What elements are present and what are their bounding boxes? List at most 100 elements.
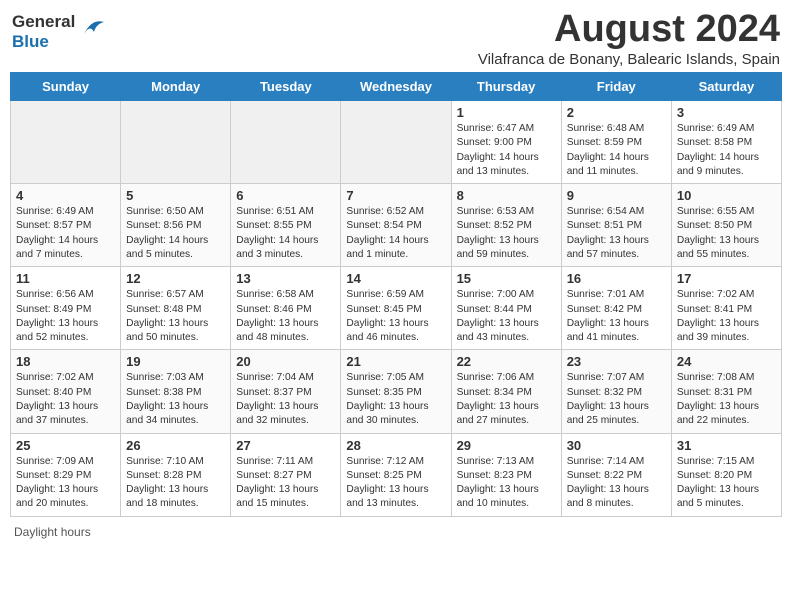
day-number: 11 bbox=[16, 271, 115, 286]
calendar-cell: 29 Sunrise: 7:13 AMSunset: 8:23 PMDayligh… bbox=[451, 433, 561, 516]
day-header-sunday: Sunday bbox=[11, 73, 121, 101]
day-header-friday: Friday bbox=[561, 73, 671, 101]
day-header-saturday: Saturday bbox=[671, 73, 781, 101]
footer-daylight-label: Daylight hours bbox=[14, 525, 91, 539]
calendar-cell: 26 Sunrise: 7:10 AMSunset: 8:28 PMDayligh… bbox=[121, 433, 231, 516]
day-info: Sunrise: 6:59 AMSunset: 8:45 PMDaylight:… bbox=[346, 288, 445, 345]
calendar-cell: 30 Sunrise: 7:14 AMSunset: 8:22 PMDayligh… bbox=[561, 433, 671, 516]
calendar-cell: 8Sunrise: 6:53 AMSunset: 8:52 PMDaylight… bbox=[451, 184, 561, 267]
calendar-week-1: 1 Sunrise: 6:47 AMSunset: 9:00 PMDaylight… bbox=[11, 101, 782, 184]
calendar-cell: 15Sunrise: 7:00 AMSunset: 8:44 PMDayligh… bbox=[451, 267, 561, 350]
day-header-wednesday: Wednesday bbox=[341, 73, 451, 101]
calendar-cell: 22 Sunrise: 7:06 AMSunset: 8:34 PMDayligh… bbox=[451, 350, 561, 433]
day-number: 3 bbox=[677, 105, 776, 120]
day-number: 27 bbox=[236, 438, 335, 453]
day-header-thursday: Thursday bbox=[451, 73, 561, 101]
day-number: 17 bbox=[677, 271, 776, 286]
day-info: Sunrise: 6:49 AMSunset: 8:58 PMDaylight:… bbox=[677, 122, 776, 179]
day-info: Sunrise: 7:06 AMSunset: 8:34 PMDaylight:… bbox=[457, 371, 556, 428]
day-info: Sunrise: 7:02 AMSunset: 8:41 PMDaylight:… bbox=[677, 288, 776, 345]
title-block: August 2024 Vilafranca de Bonany, Balear… bbox=[478, 8, 780, 68]
day-number: 22 bbox=[457, 354, 556, 369]
day-number: 28 bbox=[346, 438, 445, 453]
calendar-cell bbox=[231, 101, 341, 184]
calendar-cell: 31 Sunrise: 7:15 AMSunset: 8:20 PMDayligh… bbox=[671, 433, 781, 516]
calendar-cell: 6 Sunrise: 6:51 AMSunset: 8:55 PMDaylight… bbox=[231, 184, 341, 267]
day-info: Sunrise: 6:54 AMSunset: 8:51 PMDaylight:… bbox=[567, 205, 666, 262]
day-info: Sunrise: 6:55 AMSunset: 8:50 PMDaylight:… bbox=[677, 205, 776, 262]
day-number: 15 bbox=[457, 271, 556, 286]
day-info: Sunrise: 6:47 AMSunset: 9:00 PMDaylight:… bbox=[457, 122, 556, 179]
calendar-week-5: 25 Sunrise: 7:09 AMSunset: 8:29 PMDayligh… bbox=[11, 433, 782, 516]
day-info: Sunrise: 6:56 AMSunset: 8:49 PMDaylight:… bbox=[16, 288, 115, 345]
day-info: Sunrise: 7:09 AMSunset: 8:29 PMDaylight:… bbox=[16, 455, 115, 512]
day-number: 18 bbox=[16, 354, 115, 369]
day-info: Sunrise: 6:49 AMSunset: 8:57 PMDaylight:… bbox=[16, 205, 115, 262]
day-info: Sunrise: 7:07 AMSunset: 8:32 PMDaylight:… bbox=[567, 371, 666, 428]
day-info: Sunrise: 7:11 AMSunset: 8:27 PMDaylight:… bbox=[236, 455, 335, 512]
day-info: Sunrise: 6:57 AMSunset: 8:48 PMDaylight:… bbox=[126, 288, 225, 345]
day-info: Sunrise: 7:13 AMSunset: 8:23 PMDaylight:… bbox=[457, 455, 556, 512]
calendar-cell bbox=[121, 101, 231, 184]
day-info: Sunrise: 6:50 AMSunset: 8:56 PMDaylight:… bbox=[126, 205, 225, 262]
calendar-cell: 9 Sunrise: 6:54 AMSunset: 8:51 PMDaylight… bbox=[561, 184, 671, 267]
day-number: 30 bbox=[567, 438, 666, 453]
day-info: Sunrise: 6:51 AMSunset: 8:55 PMDaylight:… bbox=[236, 205, 335, 262]
subtitle: Vilafranca de Bonany, Balearic Islands, … bbox=[478, 51, 780, 68]
day-number: 20 bbox=[236, 354, 335, 369]
day-info: Sunrise: 7:15 AMSunset: 8:20 PMDaylight:… bbox=[677, 455, 776, 512]
calendar-week-2: 4 Sunrise: 6:49 AMSunset: 8:57 PMDaylight… bbox=[11, 184, 782, 267]
day-number: 9 bbox=[567, 188, 666, 203]
calendar-cell: 23 Sunrise: 7:07 AMSunset: 8:32 PMDayligh… bbox=[561, 350, 671, 433]
calendar-cell: 7Sunrise: 6:52 AMSunset: 8:54 PMDaylight… bbox=[341, 184, 451, 267]
day-number: 8 bbox=[457, 188, 556, 203]
calendar-cell: 21 Sunrise: 7:05 AMSunset: 8:35 PMDayligh… bbox=[341, 350, 451, 433]
day-number: 31 bbox=[677, 438, 776, 453]
day-info: Sunrise: 7:10 AMSunset: 8:28 PMDaylight:… bbox=[126, 455, 225, 512]
day-info: Sunrise: 7:02 AMSunset: 8:40 PMDaylight:… bbox=[16, 371, 115, 428]
calendar-cell: 3 Sunrise: 6:49 AMSunset: 8:58 PMDaylight… bbox=[671, 101, 781, 184]
day-number: 6 bbox=[236, 188, 335, 203]
calendar-cell bbox=[341, 101, 451, 184]
calendar-cell: 18 Sunrise: 7:02 AMSunset: 8:40 PMDayligh… bbox=[11, 350, 121, 433]
calendar-cell: 10 Sunrise: 6:55 AMSunset: 8:50 PMDayligh… bbox=[671, 184, 781, 267]
calendar-cell: 16 Sunrise: 7:01 AMSunset: 8:42 PMDayligh… bbox=[561, 267, 671, 350]
main-title: August 2024 bbox=[478, 8, 780, 51]
day-header-tuesday: Tuesday bbox=[231, 73, 341, 101]
calendar-cell: 4 Sunrise: 6:49 AMSunset: 8:57 PMDaylight… bbox=[11, 184, 121, 267]
calendar-cell: 27 Sunrise: 7:11 AMSunset: 8:27 PMDayligh… bbox=[231, 433, 341, 516]
day-number: 10 bbox=[677, 188, 776, 203]
day-header-monday: Monday bbox=[121, 73, 231, 101]
calendar-cell: 1 Sunrise: 6:47 AMSunset: 9:00 PMDaylight… bbox=[451, 101, 561, 184]
day-number: 26 bbox=[126, 438, 225, 453]
calendar-cell: 25 Sunrise: 7:09 AMSunset: 8:29 PMDayligh… bbox=[11, 433, 121, 516]
day-number: 24 bbox=[677, 354, 776, 369]
calendar-cell: 14 Sunrise: 6:59 AMSunset: 8:45 PMDayligh… bbox=[341, 267, 451, 350]
day-number: 7 bbox=[346, 188, 445, 203]
day-info: Sunrise: 6:48 AMSunset: 8:59 PMDaylight:… bbox=[567, 122, 666, 179]
day-info: Sunrise: 7:08 AMSunset: 8:31 PMDaylight:… bbox=[677, 371, 776, 428]
day-info: Sunrise: 7:12 AMSunset: 8:25 PMDaylight:… bbox=[346, 455, 445, 512]
day-number: 2 bbox=[567, 105, 666, 120]
logo-blue: Blue bbox=[12, 32, 49, 52]
calendar-cell: 28 Sunrise: 7:12 AMSunset: 8:25 PMDayligh… bbox=[341, 433, 451, 516]
day-number: 14 bbox=[346, 271, 445, 286]
calendar-cell: 11 Sunrise: 6:56 AMSunset: 8:49 PMDayligh… bbox=[11, 267, 121, 350]
day-number: 29 bbox=[457, 438, 556, 453]
logo: General Blue bbox=[12, 12, 106, 51]
day-number: 19 bbox=[126, 354, 225, 369]
day-number: 23 bbox=[567, 354, 666, 369]
day-number: 21 bbox=[346, 354, 445, 369]
day-info: Sunrise: 7:05 AMSunset: 8:35 PMDaylight:… bbox=[346, 371, 445, 428]
day-info: Sunrise: 7:14 AMSunset: 8:22 PMDaylight:… bbox=[567, 455, 666, 512]
day-info: Sunrise: 7:01 AMSunset: 8:42 PMDaylight:… bbox=[567, 288, 666, 345]
day-number: 25 bbox=[16, 438, 115, 453]
calendar-week-3: 11 Sunrise: 6:56 AMSunset: 8:49 PMDayligh… bbox=[11, 267, 782, 350]
logo-general: General bbox=[12, 12, 75, 32]
day-number: 16 bbox=[567, 271, 666, 286]
calendar-cell: 2 Sunrise: 6:48 AMSunset: 8:59 PMDaylight… bbox=[561, 101, 671, 184]
day-number: 1 bbox=[457, 105, 556, 120]
day-number: 13 bbox=[236, 271, 335, 286]
day-number: 4 bbox=[16, 188, 115, 203]
day-info: Sunrise: 7:03 AMSunset: 8:38 PMDaylight:… bbox=[126, 371, 225, 428]
